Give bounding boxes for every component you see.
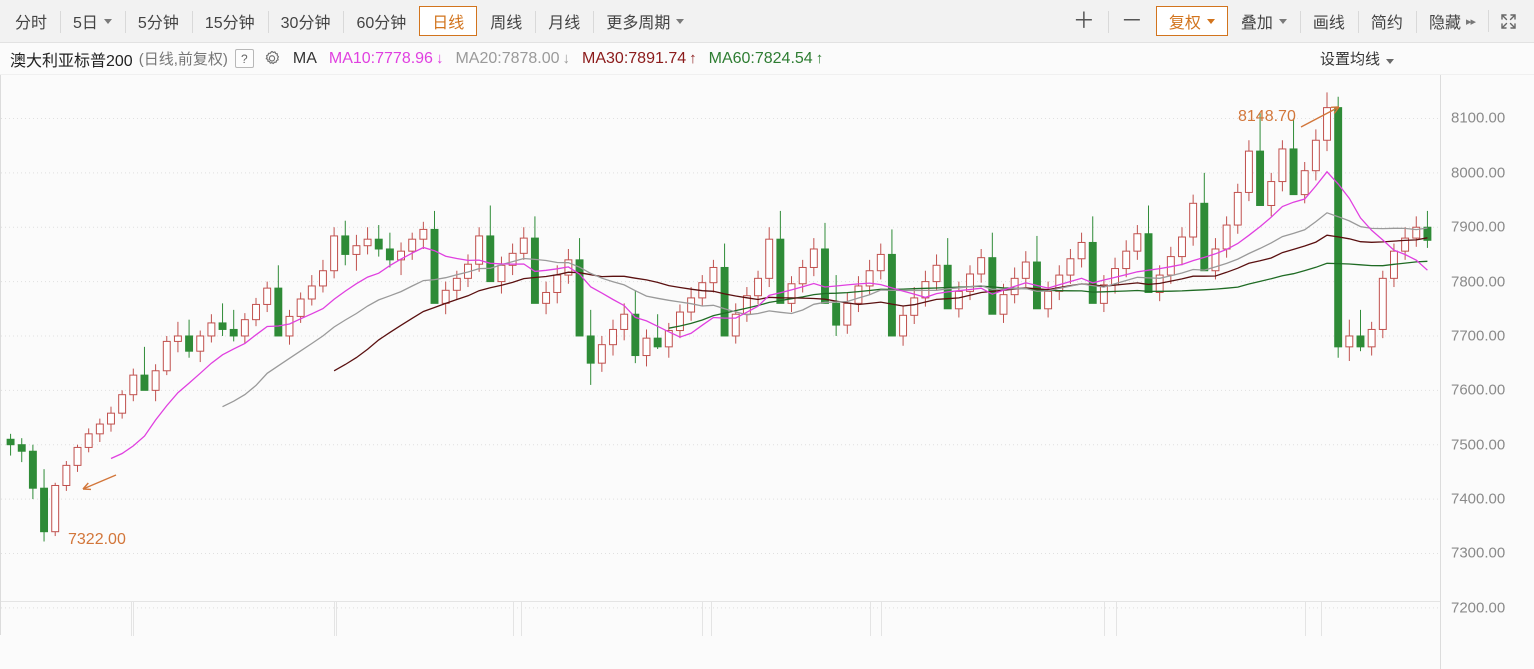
gear-icon[interactable] (263, 50, 281, 68)
configure-ma-label: 设置均线 (1319, 51, 1380, 68)
x-axis-separator (336, 602, 337, 636)
x-axis-separator (334, 602, 335, 636)
x-axis-separator (1116, 602, 1117, 636)
timeframe-intraday[interactable]: 分时 (2, 6, 60, 36)
timeframe-5day[interactable]: 5日 (60, 6, 125, 36)
x-axis-separator (1321, 602, 1322, 636)
chart-application: 分时 5日 5分钟 15分钟 30分钟 60分钟 日线 周线 月线 更多周期 ＋ － 复权 叠加 画线 简约… (0, 0, 1534, 669)
timeframe-weekly[interactable]: 周线 (477, 6, 535, 36)
configure-ma-button[interactable]: 设置均线 (1320, 48, 1394, 69)
zoom-out-button-label: － (1120, 8, 1143, 33)
ma-indicator-label: MA (292, 49, 317, 67)
ma-values-list: MA10:7778.96 ↓ MA20:7878.00 ↓ MA30:7891.74 ↑ M… (317, 50, 823, 68)
timeframe-more[interactable]: 更多周期 (593, 6, 697, 36)
ma10-value-text: MA10:7778.96 (328, 49, 433, 67)
simple-view-button-label: 简约 (1370, 15, 1403, 32)
chart-info-bar: 澳大利亚标普200 (日线,前复权) ? MA MA10:7778.96 ↓ MA2… (0, 43, 1534, 75)
hide-panel-button-label: 隐藏 (1428, 15, 1461, 32)
y-axis-tick-label: 7700.00 (1451, 327, 1506, 345)
x-axis (1, 601, 1441, 636)
high-annotation: 8148.70 (1238, 108, 1296, 125)
timeframe-60min[interactable]: 60分钟 (343, 6, 419, 36)
ma60-value: MA60:7824.54 ↑ (709, 50, 824, 67)
y-axis-tick-label: 7900.00 (1451, 218, 1506, 236)
candlestick-series (6, 92, 1432, 542)
timeframe-monthly[interactable]: 月线 (535, 6, 593, 36)
chevron-down-icon (1278, 18, 1287, 24)
zoom-in-button[interactable]: ＋ (1060, 6, 1108, 36)
chart-canvas (1, 92, 1441, 609)
zoom-in-button-label: ＋ (1072, 8, 1095, 33)
timeframe-more-label: 更多周期 (606, 15, 671, 32)
help-icon[interactable]: ? (234, 49, 254, 68)
x-axis-separator (702, 602, 703, 636)
y-axis-tick-label: 7200.00 (1451, 599, 1506, 617)
y-axis-tick-label: 7800.00 (1451, 273, 1506, 291)
ma20-value: MA20:7878.00 ↓ (455, 50, 570, 67)
draw-line-button[interactable]: 画线 (1299, 6, 1358, 36)
ma20-value-trend-arrow: ↓ (562, 49, 571, 67)
fullscreen-icon[interactable] (1488, 6, 1528, 36)
y-axis[interactable]: 8100.00 8000.00 7900.00 7800.00 7700.00 7600.… (1440, 75, 1534, 669)
ma-line-ma10 (110, 170, 1428, 460)
y-axis-tick-label: 7500.00 (1451, 436, 1506, 454)
chart-area[interactable]: 8100.00 8000.00 7900.00 7800.00 7700.00 7600.… (0, 75, 1534, 669)
chevron-down-icon (1386, 59, 1394, 64)
x-axis-separator (131, 602, 132, 636)
candlestick-plot[interactable] (0, 75, 1441, 636)
ma10-value-trend-arrow: ↓ (435, 49, 444, 67)
y-axis-tick-label: 7600.00 (1451, 381, 1506, 399)
chevron-down-icon (1206, 18, 1215, 24)
timeframe-daily-label: 日线 (432, 15, 465, 32)
timeframe-5min[interactable]: 5分钟 (124, 6, 192, 36)
timeframe-30min[interactable]: 30分钟 (267, 6, 344, 36)
chevron-down-icon (676, 18, 685, 24)
adjust-price-button-label: 复权 (1168, 15, 1201, 32)
timeframe-intraday-label: 分时 (15, 15, 48, 32)
x-axis-separator (133, 602, 134, 636)
x-axis-separator (521, 602, 522, 636)
x-axis-separator (513, 602, 514, 636)
zoom-out-button[interactable]: － (1107, 6, 1156, 36)
double-arrow-icon: ▸▸ (1465, 15, 1476, 28)
x-axis-separator (870, 602, 871, 636)
symbol-name: 澳大利亚标普200 (10, 52, 133, 70)
timeframe-button-group: 分时 5日 5分钟 15分钟 30分钟 60分钟 日线 周线 月线 更多周期 (0, 0, 697, 42)
timeframe-30min-label: 30分钟 (280, 15, 331, 32)
y-axis-tick-label: 7300.00 (1451, 544, 1506, 562)
ma10-value: MA10:7778.96 ↓ (329, 50, 444, 67)
ma60-value-text: MA60:7824.54 (708, 49, 813, 67)
ma30-value-trend-arrow: ↑ (689, 49, 697, 67)
x-axis-separator (711, 602, 712, 636)
top-toolbar: 分时 5日 5分钟 15分钟 30分钟 60分钟 日线 周线 月线 更多周期 ＋ － 复权 叠加 画线 简约… (0, 0, 1534, 43)
ma30-value: MA30:7891.74 ↑ (582, 50, 697, 67)
ma60-value-trend-arrow: ↑ (815, 49, 824, 67)
timeframe-monthly-label: 月线 (548, 15, 581, 32)
x-axis-separator (1104, 602, 1105, 636)
overlay-button[interactable]: 叠加 (1228, 6, 1300, 36)
chart-tools-button-group: ＋ － 复权 叠加 画线 简约 隐藏 ▸▸ (1060, 0, 1534, 42)
symbol-period: (日线,前复权) (138, 51, 228, 68)
overlay-button-label: 叠加 (1240, 15, 1273, 32)
timeframe-5min-label: 5分钟 (137, 15, 179, 32)
timeframe-15min-label: 15分钟 (204, 15, 255, 32)
chevron-down-icon (103, 18, 112, 24)
timeframe-daily[interactable]: 日线 (419, 6, 478, 36)
hide-panel-button[interactable]: 隐藏 ▸▸ (1415, 6, 1488, 36)
ma30-value-text: MA30:7891.74 (582, 49, 687, 67)
timeframe-60min-label: 60分钟 (356, 15, 407, 32)
low-annotation: 7322.00 (68, 531, 126, 548)
x-axis-separator (881, 602, 882, 636)
simple-view-button[interactable]: 简约 (1357, 6, 1416, 36)
timeframe-15min[interactable]: 15分钟 (191, 6, 268, 36)
y-axis-tick-label: 8100.00 (1451, 109, 1506, 127)
timeframe-weekly-label: 周线 (490, 15, 523, 32)
y-axis-tick-label: 7400.00 (1451, 490, 1506, 508)
x-axis-separator (1305, 602, 1306, 636)
timeframe-5day-label: 5日 (73, 15, 98, 32)
y-axis-tick-label: 8000.00 (1451, 164, 1506, 182)
adjust-price-button[interactable]: 复权 (1155, 6, 1228, 36)
draw-line-button-label: 画线 (1312, 15, 1345, 32)
ma20-value-text: MA20:7878.00 (455, 49, 560, 67)
